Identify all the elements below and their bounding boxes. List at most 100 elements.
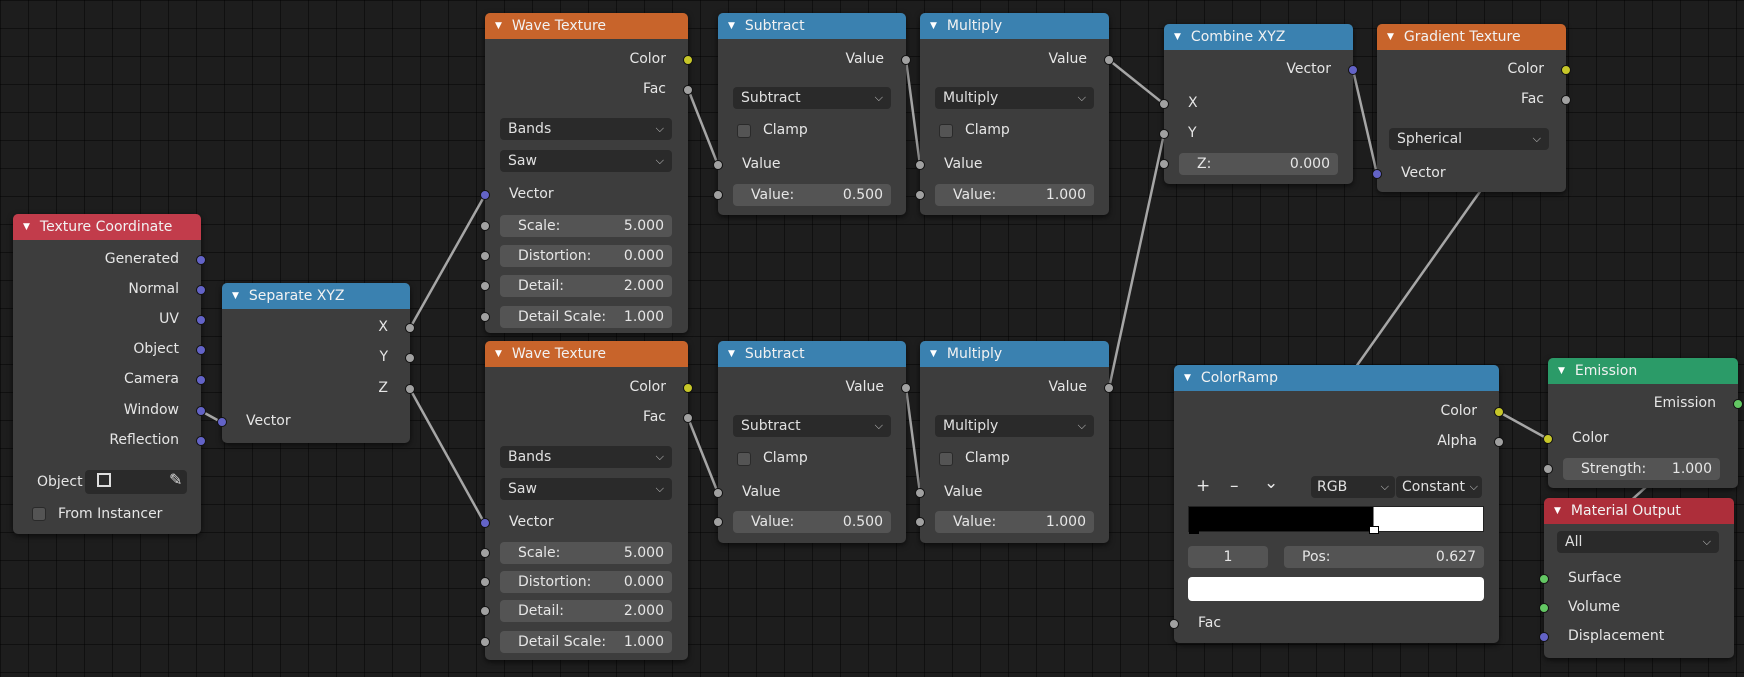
- input-socket[interactable]: [480, 281, 490, 291]
- input-socket[interactable]: [480, 548, 490, 558]
- chevron-down-icon[interactable]: ⌄: [1264, 473, 1278, 493]
- distortion-field[interactable]: Distortion: 0.000: [500, 571, 672, 593]
- input-socket[interactable]: [1539, 574, 1549, 584]
- input-socket[interactable]: [915, 488, 925, 498]
- node-header[interactable]: ▼ Emission: [1548, 358, 1738, 384]
- output-socket[interactable]: [1561, 65, 1571, 75]
- wave-profile-dropdown[interactable]: Saw ⌵: [500, 478, 672, 500]
- input-socket[interactable]: [480, 577, 490, 587]
- from-instancer-checkbox[interactable]: [32, 507, 46, 521]
- node-header[interactable]: ▼ Subtract: [718, 341, 906, 367]
- input-socket[interactable]: [480, 312, 490, 322]
- input-socket[interactable]: [480, 637, 490, 647]
- node-multiply-2[interactable]: ▼ Multiply Value Multiply ⌵ Clamp Value …: [915, 341, 1114, 543]
- node-header[interactable]: ▼ Wave Texture: [485, 341, 688, 367]
- target-dropdown[interactable]: All ⌵: [1557, 531, 1719, 553]
- collapse-triangle-icon[interactable]: ▼: [1387, 32, 1394, 42]
- color-ramp-bar[interactable]: [1188, 506, 1484, 532]
- node-header[interactable]: ▼ Multiply: [920, 13, 1109, 39]
- active-stop-field[interactable]: 1: [1188, 546, 1268, 568]
- value-field[interactable]: Value: 1.000: [935, 184, 1094, 206]
- color-stop-1[interactable]: [1368, 526, 1379, 534]
- collapse-triangle-icon[interactable]: ▼: [930, 349, 937, 359]
- input-socket[interactable]: [217, 417, 227, 427]
- node-multiply-1[interactable]: ▼ Multiply Value Multiply ⌵ Clamp Value …: [915, 13, 1114, 215]
- input-socket[interactable]: [713, 160, 723, 170]
- input-socket[interactable]: [480, 518, 490, 528]
- clamp-checkbox[interactable]: [737, 452, 751, 466]
- node-gradient-texture[interactable]: ▼ Gradient Texture Color Fac Spherical ⌵…: [1372, 24, 1571, 192]
- stop-color-swatch[interactable]: [1188, 577, 1484, 601]
- node-emission[interactable]: ▼ Emission Emission Color Strength: 1.00…: [1543, 358, 1743, 488]
- object-picker-field[interactable]: ✎: [85, 470, 187, 494]
- output-socket[interactable]: [1494, 407, 1504, 417]
- input-socket[interactable]: [915, 517, 925, 527]
- scale-field[interactable]: Scale: 5.000: [500, 542, 672, 564]
- operation-dropdown[interactable]: Multiply ⌵: [935, 87, 1094, 109]
- input-socket[interactable]: [1539, 632, 1549, 642]
- distortion-field[interactable]: Distortion: 0.000: [500, 245, 672, 267]
- output-socket[interactable]: [901, 383, 911, 393]
- output-socket[interactable]: [196, 345, 206, 355]
- output-socket[interactable]: [683, 383, 693, 393]
- output-socket[interactable]: [196, 255, 206, 265]
- output-socket[interactable]: [196, 315, 206, 325]
- node-header[interactable]: ▼ Combine XYZ: [1164, 24, 1353, 50]
- collapse-triangle-icon[interactable]: ▼: [495, 349, 502, 359]
- node-header[interactable]: ▼ Wave Texture: [485, 13, 688, 39]
- wave-profile-dropdown[interactable]: Saw ⌵: [500, 150, 672, 172]
- input-socket[interactable]: [1372, 169, 1382, 179]
- collapse-triangle-icon[interactable]: ▼: [232, 291, 239, 301]
- position-field[interactable]: Pos: 0.627: [1284, 546, 1484, 568]
- value-field[interactable]: Value: 0.500: [733, 511, 891, 533]
- input-socket[interactable]: [1543, 464, 1553, 474]
- node-texture-coordinate[interactable]: ▼ Texture Coordinate Generated Normal UV…: [13, 214, 206, 534]
- input-socket[interactable]: [1539, 603, 1549, 613]
- operation-dropdown[interactable]: Multiply ⌵: [935, 415, 1094, 437]
- node-header[interactable]: ▼ Material Output: [1544, 498, 1734, 524]
- node-header[interactable]: ▼ Texture Coordinate: [13, 214, 201, 240]
- input-socket[interactable]: [1159, 129, 1169, 139]
- output-socket[interactable]: [1733, 399, 1743, 409]
- value-field[interactable]: Value: 1.000: [935, 511, 1094, 533]
- color-mode-dropdown[interactable]: RGB ⌵: [1311, 476, 1395, 498]
- input-socket[interactable]: [915, 160, 925, 170]
- detail-field[interactable]: Detail: 2.000: [500, 600, 672, 622]
- collapse-triangle-icon[interactable]: ▼: [1184, 373, 1191, 383]
- scale-field[interactable]: Scale: 5.000: [500, 215, 672, 237]
- collapse-triangle-icon[interactable]: ▼: [1558, 366, 1565, 376]
- operation-dropdown[interactable]: Subtract ⌵: [733, 415, 891, 437]
- output-socket[interactable]: [196, 375, 206, 385]
- color-stop-0[interactable]: [1189, 526, 1199, 534]
- collapse-triangle-icon[interactable]: ▼: [930, 21, 937, 31]
- output-socket[interactable]: [196, 436, 206, 446]
- node-wave-texture-2[interactable]: ▼ Wave Texture Color Fac Bands ⌵ Saw ⌵ V…: [480, 341, 693, 660]
- detail-scale-field[interactable]: Detail Scale: 1.000: [500, 631, 672, 653]
- input-socket[interactable]: [1159, 159, 1169, 169]
- collapse-triangle-icon[interactable]: ▼: [495, 21, 502, 31]
- node-header[interactable]: ▼ Gradient Texture: [1377, 24, 1566, 50]
- input-socket[interactable]: [713, 517, 723, 527]
- detail-scale-field[interactable]: Detail Scale: 1.000: [500, 306, 672, 328]
- remove-stop-icon[interactable]: –: [1230, 476, 1239, 496]
- output-socket[interactable]: [196, 285, 206, 295]
- output-socket[interactable]: [1348, 65, 1358, 75]
- output-socket[interactable]: [683, 413, 693, 423]
- output-socket[interactable]: [1561, 95, 1571, 105]
- node-separate-xyz[interactable]: ▼ Separate XYZ X Y Z Vector: [217, 283, 415, 443]
- node-subtract-1[interactable]: ▼ Subtract Value Subtract ⌵ Clamp Value …: [713, 13, 911, 215]
- node-material-output[interactable]: ▼ Material Output All ⌵ Surface Volume D…: [1539, 498, 1734, 658]
- collapse-triangle-icon[interactable]: ▼: [728, 349, 735, 359]
- strength-field[interactable]: Strength: 1.000: [1563, 458, 1720, 480]
- operation-dropdown[interactable]: Subtract ⌵: [733, 87, 891, 109]
- node-header[interactable]: ▼ ColorRamp: [1174, 365, 1499, 391]
- value-field[interactable]: Value: 0.500: [733, 184, 891, 206]
- collapse-triangle-icon[interactable]: ▼: [23, 222, 30, 232]
- wave-type-dropdown[interactable]: Bands ⌵: [500, 446, 672, 468]
- node-combine-xyz[interactable]: ▼ Combine XYZ Vector X Y Z: 0.000: [1159, 24, 1358, 184]
- output-socket[interactable]: [405, 384, 415, 394]
- node-header[interactable]: ▼ Multiply: [920, 341, 1109, 367]
- clamp-checkbox[interactable]: [939, 452, 953, 466]
- input-socket[interactable]: [480, 221, 490, 231]
- clamp-checkbox[interactable]: [939, 124, 953, 138]
